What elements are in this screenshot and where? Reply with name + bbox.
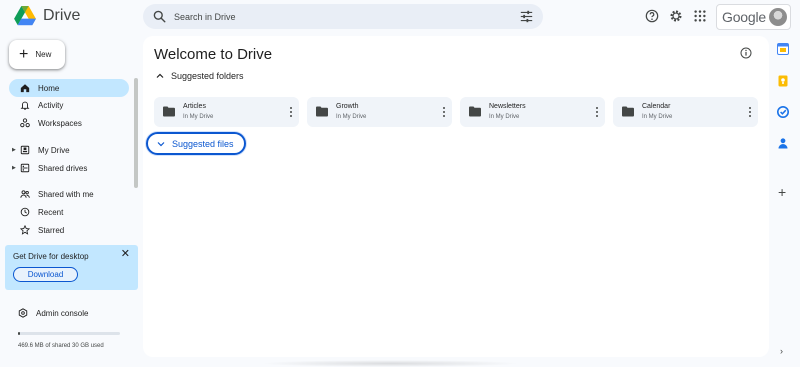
sidebar-item-starred[interactable]: Starred	[9, 221, 129, 239]
new-button-label: New	[35, 50, 52, 59]
app-title: Drive	[43, 7, 81, 24]
info-icon[interactable]	[740, 47, 752, 59]
sidebar-item-label: Home	[38, 83, 60, 93]
folder-icon	[622, 106, 634, 117]
suggested-folders-label: Suggested folders	[171, 71, 244, 81]
admin-console-label: Admin console	[36, 308, 89, 318]
clock-icon	[20, 207, 30, 217]
search-input[interactable]	[174, 9, 504, 24]
tasks-app-icon[interactable]	[777, 106, 789, 118]
folder-name: Newsletters	[489, 103, 526, 110]
people-icon	[20, 190, 30, 198]
sidebar-item-home[interactable]: Home	[9, 79, 129, 97]
storage-meter	[18, 332, 120, 335]
search-icon[interactable]	[153, 10, 166, 23]
folder-icon	[163, 106, 175, 117]
workspaces-icon	[20, 118, 30, 128]
main-content: Welcome to Drive Suggested folders Artic…	[143, 36, 769, 357]
suggested-folders-toggle[interactable]: Suggested folders	[156, 71, 244, 81]
gear-icon[interactable]	[669, 9, 683, 23]
home-icon	[20, 84, 30, 93]
folder-name: Growth	[336, 103, 359, 110]
sidebar-item-activity[interactable]: Activity	[9, 96, 129, 114]
chevron-up-icon	[156, 73, 164, 78]
folder-name: Calendar	[642, 103, 671, 110]
page-title: Welcome to Drive	[154, 46, 273, 63]
tune-icon[interactable]	[520, 10, 533, 23]
folder-location: In My Drive	[489, 114, 520, 120]
chevron-down-icon	[157, 141, 165, 146]
folder-card-articles[interactable]: Articles In My Drive	[154, 97, 299, 127]
folder-icon	[469, 106, 481, 117]
help-icon[interactable]	[645, 9, 659, 23]
close-icon[interactable]: ✕	[121, 247, 130, 260]
bottom-shadow	[260, 360, 520, 367]
more-options-icon[interactable]	[747, 106, 753, 118]
chevron-right-icon[interactable]: ›	[780, 346, 783, 356]
apps-icon[interactable]	[693, 9, 707, 23]
google-brand-label: Google	[722, 9, 766, 25]
folder-name: Articles	[183, 103, 206, 110]
new-button[interactable]: + New	[9, 40, 65, 69]
plus-icon: +	[19, 45, 29, 63]
avatar[interactable]	[769, 8, 787, 26]
sidebar-item-recent[interactable]: Recent	[9, 203, 129, 221]
sidebar-item-my-drive[interactable]: ▶ My Drive	[9, 141, 129, 159]
google-account-button[interactable]: Google	[716, 4, 791, 30]
shared-drives-icon	[20, 163, 30, 173]
admin-console-icon	[18, 308, 28, 318]
drive-logo[interactable]: Drive	[14, 6, 80, 26]
bell-icon	[20, 101, 30, 110]
sidebar-item-label: Shared with me	[38, 189, 94, 199]
storage-usage-text: 469.6 MB of shared 30 GB used	[18, 343, 104, 349]
sidebar-item-shared-drives[interactable]: ▶ Shared drives	[9, 159, 129, 177]
expand-caret-icon[interactable]: ▶	[12, 165, 16, 171]
folder-location: In My Drive	[642, 114, 673, 120]
admin-console-link[interactable]: Admin console	[18, 308, 88, 318]
suggested-files-label: Suggested files	[172, 138, 234, 149]
drive-logo-icon	[14, 6, 36, 26]
storage-meter-fill	[18, 332, 20, 335]
my-drive-icon	[20, 145, 30, 155]
more-options-icon[interactable]	[441, 106, 447, 118]
folder-location: In My Drive	[183, 114, 214, 120]
folder-location: In My Drive	[336, 114, 367, 120]
promo-title: Get Drive for desktop	[13, 252, 89, 261]
sidebar-item-label: Shared drives	[38, 163, 88, 173]
sidebar-item-label: Starred	[38, 225, 65, 235]
sidebar-item-label: Recent	[38, 207, 64, 217]
sidebar-item-label: My Drive	[38, 145, 70, 155]
calendar-app-icon[interactable]	[777, 43, 789, 55]
folder-icon	[316, 106, 328, 117]
sidebar-item-workspaces[interactable]: Workspaces	[9, 114, 129, 132]
suggested-files-toggle[interactable]: Suggested files	[146, 132, 246, 155]
folder-card-calendar[interactable]: Calendar In My Drive	[613, 97, 758, 127]
more-options-icon[interactable]	[594, 106, 600, 118]
sidebar-item-label: Activity	[38, 100, 64, 110]
star-icon	[20, 225, 30, 235]
sidebar-scrollbar[interactable]	[134, 78, 138, 188]
keep-app-icon[interactable]	[777, 75, 789, 87]
download-button[interactable]: Download	[13, 267, 78, 282]
add-addon-icon[interactable]: +	[778, 184, 786, 200]
sidebar-item-label: Workspaces	[38, 118, 82, 128]
more-options-icon[interactable]	[288, 106, 294, 118]
sidebar-item-shared-with-me[interactable]: Shared with me	[9, 185, 129, 203]
expand-caret-icon[interactable]: ▶	[12, 147, 16, 153]
desktop-promo-banner: Get Drive for desktop ✕ Download	[5, 245, 138, 290]
contacts-app-icon[interactable]	[777, 137, 789, 149]
folder-card-growth[interactable]: Growth In My Drive	[307, 97, 452, 127]
search-bar[interactable]	[143, 4, 543, 29]
folder-card-newsletters[interactable]: Newsletters In My Drive	[460, 97, 605, 127]
